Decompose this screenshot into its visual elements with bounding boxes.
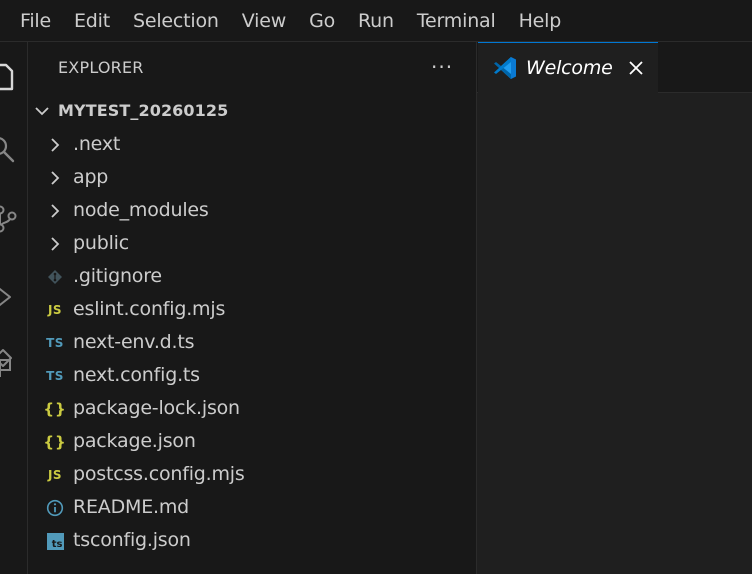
menu-terminal[interactable]: Terminal xyxy=(405,6,507,36)
menu-run[interactable]: Run xyxy=(346,6,405,36)
explorer-title: EXPLORER xyxy=(58,58,144,77)
javascript-icon: JS xyxy=(47,303,63,317)
menu-go[interactable]: Go xyxy=(297,6,346,36)
json-icon: {} xyxy=(43,433,67,451)
source-control-icon[interactable] xyxy=(0,202,20,236)
tree-item-label: .next xyxy=(73,133,121,155)
tree-item-label: next.config.ts xyxy=(73,364,200,386)
tree-item-label: tsconfig.json xyxy=(73,529,191,551)
tab-label: Welcome xyxy=(526,57,613,79)
menu-help[interactable]: Help xyxy=(507,6,573,36)
tab-welcome[interactable]: Welcome xyxy=(478,42,658,93)
typescript-icon: TS xyxy=(46,336,64,350)
folder-app[interactable]: app xyxy=(28,161,477,194)
explorer-sidebar: EXPLORER ··· MYTEST_20260125 .next app n… xyxy=(28,42,477,574)
file-next-config[interactable]: TS next.config.ts xyxy=(28,359,477,392)
typescript-icon: TS xyxy=(46,369,64,383)
tsconfig-badge: ts xyxy=(46,532,64,550)
editor-tabs: Welcome xyxy=(477,42,752,93)
run-debug-icon[interactable] xyxy=(0,280,20,314)
tsconfig-icon: ts xyxy=(45,531,65,551)
vscode-window: File Edit Selection View Go Run Terminal… xyxy=(0,0,752,574)
file-package-json[interactable]: {} package.json xyxy=(28,425,477,458)
javascript-icon: JS xyxy=(47,468,63,482)
menu-edit[interactable]: Edit xyxy=(62,6,121,36)
git-icon xyxy=(45,267,65,287)
chevron-down-icon xyxy=(35,107,49,116)
json-icon: {} xyxy=(43,400,67,418)
file-package-lock[interactable]: {} package-lock.json xyxy=(28,392,477,425)
menu-selection[interactable]: Selection xyxy=(121,6,230,36)
folder-next[interactable]: .next xyxy=(28,128,477,161)
tree-item-label: package-lock.json xyxy=(73,397,240,419)
tree-item-label: eslint.config.mjs xyxy=(73,298,226,320)
tree-item-label: .gitignore xyxy=(73,265,162,287)
search-icon[interactable] xyxy=(0,134,20,168)
file-eslint-config[interactable]: JS eslint.config.mjs xyxy=(28,293,477,326)
activity-bar xyxy=(0,42,28,574)
menu-bar: File Edit Selection View Go Run Terminal… xyxy=(0,0,752,42)
menu-file[interactable]: File xyxy=(8,6,62,36)
tree-item-label: public xyxy=(73,232,129,254)
chevron-right-icon xyxy=(45,168,65,188)
file-next-env[interactable]: TS next-env.d.ts xyxy=(28,326,477,359)
vscode-logo-icon xyxy=(494,57,516,79)
extensions-icon[interactable] xyxy=(0,346,20,380)
file-postcss-config[interactable]: JS postcss.config.mjs xyxy=(28,458,477,491)
tree-item-label: next-env.d.ts xyxy=(73,331,195,353)
root-folder[interactable]: MYTEST_20260125 xyxy=(28,94,477,127)
root-folder-label: MYTEST_20260125 xyxy=(58,101,229,120)
folder-public[interactable]: public xyxy=(28,227,477,260)
chevron-right-icon xyxy=(45,234,65,254)
file-tsconfig[interactable]: ts tsconfig.json xyxy=(28,524,477,557)
folder-node-modules[interactable]: node_modules xyxy=(28,194,477,227)
info-icon xyxy=(45,498,65,518)
file-gitignore[interactable]: .gitignore xyxy=(28,260,477,293)
chevron-right-icon xyxy=(45,135,65,155)
chevron-right-icon xyxy=(45,201,65,221)
tree-item-label: package.json xyxy=(73,430,196,452)
tree-item-label: app xyxy=(73,166,109,188)
close-icon[interactable] xyxy=(627,59,645,77)
explorer-icon[interactable] xyxy=(0,61,20,95)
menu-view[interactable]: View xyxy=(230,6,297,36)
file-readme[interactable]: README.md xyxy=(28,491,477,524)
more-actions-button[interactable]: ··· xyxy=(431,52,453,82)
tree-item-label: README.md xyxy=(73,496,190,518)
tree-item-label: node_modules xyxy=(73,199,209,221)
tree-item-label: postcss.config.mjs xyxy=(73,463,245,485)
editor-area: Welcome xyxy=(477,42,752,574)
